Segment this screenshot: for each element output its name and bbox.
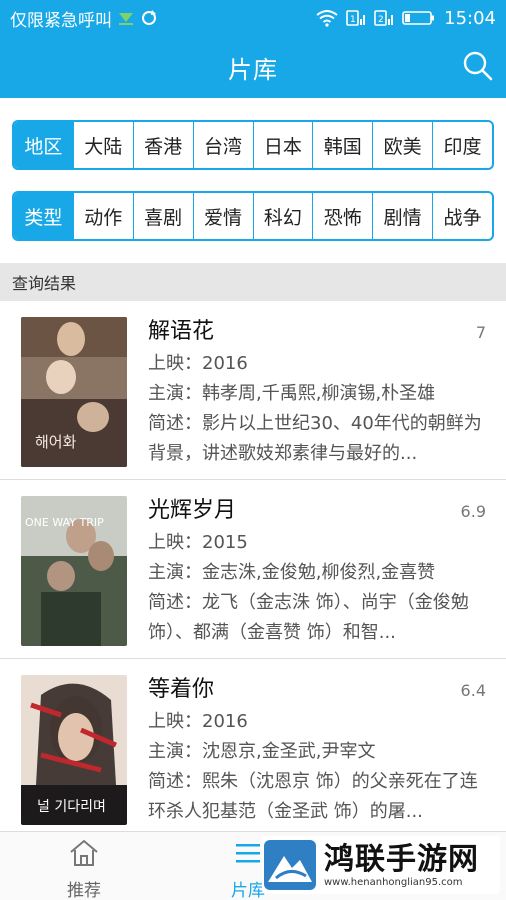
sync-icon bbox=[142, 10, 156, 25]
carrier-text: 仅限紧急呼叫 bbox=[10, 10, 112, 31]
app-bar: 片库 bbox=[0, 36, 506, 98]
results-list[interactable]: 해어화 解语花 上映：2016 主演：韩孝周,千禹熙,柳演锡,朴圣雄 简述：影片… bbox=[0, 301, 506, 831]
svg-text:2: 2 bbox=[378, 15, 384, 25]
movie-release: 上映：2016 bbox=[148, 711, 248, 732]
site-watermark: 鸿联手游网 www.henanhonglian95.com bbox=[262, 836, 500, 894]
movie-info: 等着你 上映：2016 主演：沈恩京,金圣武,尹宰文 简述：熙朱（沈恩京 饰）的… bbox=[148, 673, 488, 827]
poster-caption: 널 기다리며 bbox=[37, 799, 106, 815]
svg-text:1: 1 bbox=[350, 15, 356, 25]
movie-poster: 널 기다리며 bbox=[21, 675, 127, 825]
list-item[interactable]: 널 기다리며 等着你 上映：2016 主演：沈恩京,金圣武,尹宰文 简述：熙朱（… bbox=[0, 659, 506, 831]
carrier-area: 仅限紧急呼叫 bbox=[10, 6, 316, 31]
list-item[interactable]: 해어화 解语花 上映：2016 主演：韩孝周,千禹熙,柳演锡,朴圣雄 简述：影片… bbox=[0, 301, 506, 480]
poster-caption: 해어화 bbox=[35, 433, 77, 451]
status-right: 1 2 15:04 bbox=[316, 8, 496, 29]
genre-option[interactable]: 动作 bbox=[72, 193, 133, 239]
results-header: 查询结果 bbox=[0, 263, 506, 301]
genre-filter: 类型 动作 喜剧 爱情 科幻 恐怖 剧情 战争 bbox=[12, 191, 494, 241]
region-filter-label: 地区 bbox=[14, 122, 73, 168]
watermark-text: 鸿联手游网 www.henanhonglian95.com bbox=[324, 841, 479, 888]
genre-filter-label: 类型 bbox=[14, 193, 73, 239]
home-icon bbox=[70, 839, 98, 866]
battery-icon bbox=[402, 11, 435, 25]
movie-poster: ONE WAY TRIP bbox=[21, 496, 127, 646]
poster-caption: ONE WAY TRIP bbox=[25, 516, 104, 529]
tab-label: 推荐 bbox=[67, 881, 101, 900]
movie-title: 解语花 bbox=[148, 319, 215, 344]
movie-title: 等着你 bbox=[148, 677, 215, 702]
menu-icon bbox=[236, 844, 260, 863]
tab-recommend[interactable]: 推荐 bbox=[34, 838, 134, 900]
region-option[interactable]: 日本 bbox=[252, 122, 313, 168]
movie-info: 解语花 上映：2016 主演：韩孝周,千禹熙,柳演锡,朴圣雄 简述：影片以上世纪… bbox=[148, 315, 488, 469]
region-filter: 地区 大陆 香港 台湾 日本 韩国 欧美 印度 bbox=[12, 120, 494, 170]
movie-description: 简述：龙飞（金志洙 饰）、尚宇（金俊勉 饰）、都满（金喜赞 饰）和智... bbox=[148, 592, 469, 643]
movie-cast: 主演：金志洙,金俊勉,柳俊烈,金喜赞 bbox=[148, 562, 436, 583]
genre-option[interactable]: 恐怖 bbox=[312, 193, 372, 239]
sim2-signal-icon: 2 bbox=[374, 10, 394, 26]
genre-option[interactable]: 喜剧 bbox=[132, 193, 193, 239]
sim1-signal-icon: 1 bbox=[346, 10, 366, 26]
status-bar: 仅限紧急呼叫 1 2 15:04 bbox=[0, 0, 506, 36]
genre-option[interactable]: 剧情 bbox=[372, 193, 432, 239]
movie-info: 光辉岁月 上映：2015 主演：金志洙,金俊勉,柳俊烈,金喜赞 简述：龙飞（金志… bbox=[148, 494, 488, 648]
filter-panel: 地区 大陆 香港 台湾 日本 韩国 欧美 印度 类型 动作 喜剧 爱情 科幻 恐… bbox=[0, 98, 506, 263]
region-option[interactable]: 欧美 bbox=[372, 122, 432, 168]
movie-score: 7 bbox=[475, 323, 486, 342]
watermark-url: www.henanhonglian95.com bbox=[324, 876, 463, 888]
movie-release: 上映：2016 bbox=[148, 353, 248, 374]
movie-score: 6.9 bbox=[460, 502, 486, 521]
region-option[interactable]: 大陆 bbox=[72, 122, 133, 168]
movie-poster: 해어화 bbox=[21, 317, 127, 467]
region-option[interactable]: 香港 bbox=[132, 122, 193, 168]
movie-description: 简述：影片以上世纪30、40年代的朝鲜为背景，讲述歌妓郑素律与最好的... bbox=[148, 413, 482, 464]
watermark-name: 鸿联手游网 bbox=[324, 841, 479, 877]
watermark-logo-icon bbox=[264, 840, 316, 890]
search-icon[interactable] bbox=[462, 50, 494, 82]
genre-option[interactable]: 爱情 bbox=[192, 193, 253, 239]
movie-cast: 主演：沈恩京,金圣武,尹宰文 bbox=[148, 741, 376, 762]
movie-score: 6.4 bbox=[460, 681, 486, 700]
download-arrow-icon bbox=[119, 13, 133, 25]
movie-cast: 主演：韩孝周,千禹熙,柳演锡,朴圣雄 bbox=[148, 383, 436, 404]
list-item[interactable]: ONE WAY TRIP 光辉岁月 上映：2015 主演：金志洙,金俊勉,柳俊烈… bbox=[0, 480, 506, 659]
genre-option[interactable]: 科幻 bbox=[252, 193, 313, 239]
genre-option[interactable]: 战争 bbox=[432, 193, 492, 239]
page-title: 片库 bbox=[228, 55, 278, 84]
movie-title: 光辉岁月 bbox=[148, 498, 237, 523]
region-option[interactable]: 印度 bbox=[432, 122, 492, 168]
movie-description: 简述：熙朱（沈恩京 饰）的父亲死在了连环杀人犯基范（金圣武 饰）的屠... bbox=[148, 771, 478, 822]
clock: 15:04 bbox=[444, 7, 496, 29]
movie-release: 上映：2015 bbox=[148, 532, 248, 553]
region-option[interactable]: 台湾 bbox=[192, 122, 253, 168]
wifi-icon bbox=[316, 10, 338, 27]
region-option[interactable]: 韩国 bbox=[312, 122, 372, 168]
